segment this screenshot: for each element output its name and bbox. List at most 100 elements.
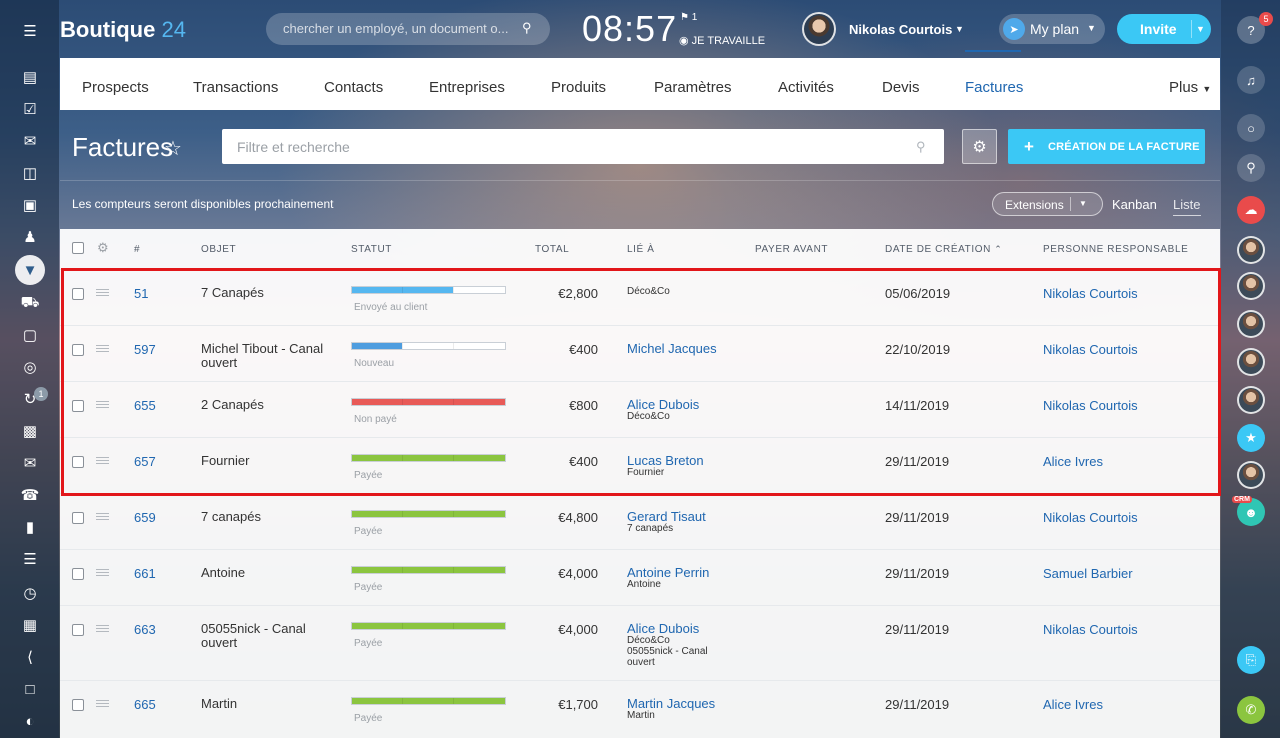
invoice-id-link[interactable]: 655 [134,398,156,413]
search-icon[interactable]: ⚲ [916,139,926,155]
moon-icon[interactable]: ◐ [14,708,46,734]
calendar-icon[interactable]: ▣ [14,192,46,218]
drag-handle-icon[interactable] [96,700,109,708]
table-row[interactable]: 657 Fournier Payée €400 Lucas Breton Fournier… [60,437,1220,493]
col-id[interactable]: # [134,244,140,255]
responsible-person-link[interactable]: Alice Ivres [1043,454,1103,469]
row-checkbox[interactable] [72,344,84,356]
table-row[interactable]: 661 Antoine Payée €4,000 Antoine Perrin Antoi… [60,549,1220,605]
settings-button[interactable]: ⚙ [962,129,997,164]
star-icon[interactable]: ☆ [164,136,182,161]
table-row[interactable]: 665 Martin Payée €1,700 Martin Jacques Martin… [60,680,1220,738]
invoice-id-link[interactable]: 659 [134,510,156,525]
responsible-person-link[interactable]: Alice Ivres [1043,697,1103,712]
colleague-avatar[interactable] [1237,236,1265,264]
app-logo[interactable]: Boutique 24 [60,17,186,43]
work-status[interactable]: ◉ JE TRAVAILLE [679,34,765,47]
status-progress-bar[interactable] [351,454,506,462]
colleague-avatar[interactable] [1237,386,1265,414]
drag-handle-icon[interactable] [96,401,109,409]
row-checkbox[interactable] [72,288,84,300]
linked-contact-link[interactable]: Antoine Perrin [627,566,709,579]
telephony-icon[interactable]: ☎ [14,482,46,508]
responsible-person-link[interactable]: Nikolas Courtois [1043,622,1138,637]
col-objet[interactable]: OBJET [201,244,236,255]
invoice-id-link[interactable]: 51 [134,286,148,301]
status-progress-bar[interactable] [351,398,506,406]
marketing-icon[interactable]: ◎ [14,354,46,380]
tab-entreprises[interactable]: Entreprises [429,79,505,96]
col-statut[interactable]: STATUT [351,244,392,255]
invoice-id-link[interactable]: 657 [134,454,156,469]
select-all-checkbox[interactable] [72,242,84,254]
knowledge-icon[interactable]: □ [14,676,46,702]
row-checkbox[interactable] [72,512,84,524]
colleague-avatar[interactable] [1237,310,1265,338]
cloud-icon[interactable]: ☁ [1237,196,1265,224]
user-name[interactable]: Nikolas Courtois [849,22,952,37]
developer-icon[interactable]: ⟨ [14,644,46,670]
flag-counter[interactable]: ⚑ 1 [680,12,697,23]
linked-contact-link[interactable]: Gerard Tisaut [627,510,706,523]
invoice-object[interactable]: 7 canapés [201,510,326,524]
tab-factures[interactable]: Factures [965,79,1023,96]
sites-icon[interactable]: ▢ [14,322,46,348]
tasks-icon[interactable]: ☑ [14,96,46,122]
invite-button[interactable]: Invite ▼ [1117,14,1211,44]
table-row[interactable]: 655 2 Canapés Non payé €800 Alice Dubois Déco… [60,381,1220,437]
row-checkbox[interactable] [72,456,84,468]
contact-center-icon[interactable]: ▩ [14,418,46,444]
drag-handle-icon[interactable] [96,345,109,353]
tab-prospects[interactable]: Prospects [82,79,149,96]
tab-produits[interactable]: Produits [551,79,606,96]
responsible-person-link[interactable]: Nikolas Courtois [1043,286,1138,301]
row-checkbox[interactable] [72,568,84,580]
gear-icon[interactable]: ⚙ [97,240,109,256]
tab-activites[interactable]: Activités [778,79,834,96]
chat-icon[interactable]: ✉ [14,128,46,154]
invoice-object[interactable]: Michel Tibout - Canal ouvert [201,342,326,370]
search-icon[interactable]: ⚲ [1237,154,1265,182]
invoice-object[interactable]: Antoine [201,566,326,580]
linked-contact-link[interactable]: Lucas Breton [627,454,704,467]
drag-handle-icon[interactable] [96,569,109,577]
mail-icon[interactable]: ✉ [14,450,46,476]
menu-icon[interactable]: ☰ [14,18,46,44]
status-progress-bar[interactable] [351,286,506,294]
create-invoice-button[interactable]: + CRÉATION DE LA FACTURE [1008,129,1205,164]
copy-icon[interactable]: ⎘ [1237,646,1265,674]
linked-contact-link[interactable]: Alice Dubois [627,622,717,635]
colleague-avatar[interactable] [1237,461,1265,489]
row-checkbox[interactable] [72,624,84,636]
employees-icon[interactable]: ♟ [14,224,46,250]
drag-handle-icon[interactable] [96,513,109,521]
row-checkbox[interactable] [72,400,84,412]
table-row[interactable]: 659 7 canapés Payée €4,800 Gerard Tisaut 7 ca… [60,493,1220,549]
col-date-creation[interactable]: DATE DE CRÉATION ⌃ [885,244,1002,255]
col-responsable[interactable]: PERSONNE RESPONSABLE [1043,244,1188,255]
global-search-input[interactable]: chercher un employé, un document o... [266,13,550,45]
invoice-id-link[interactable]: 665 [134,697,156,712]
col-total[interactable]: TOTAL [535,244,569,255]
feed-icon[interactable]: ▤ [14,64,46,90]
table-row[interactable]: 597 Michel Tibout - Canal ouvert Nouveau €4… [60,325,1220,381]
user-avatar[interactable] [802,12,836,46]
crm-icon[interactable]: ▼ [15,255,45,285]
drive-icon[interactable]: ◫ [14,160,46,186]
linked-contact-link[interactable]: Michel Jacques [627,342,717,355]
colleague-avatar[interactable] [1237,348,1265,376]
extensions-button[interactable]: Extensions ▼ [992,192,1103,216]
status-progress-bar[interactable] [351,566,506,574]
invoice-object[interactable]: 7 Canapés [201,286,326,300]
chevron-down-icon[interactable]: ▼ [1196,24,1205,34]
open-lines-icon[interactable]: ○ [1237,114,1265,142]
view-liste[interactable]: Liste [1173,197,1200,212]
time-icon[interactable]: ◷ [14,580,46,606]
invoice-object[interactable]: Martin [201,697,326,711]
drag-handle-icon[interactable] [96,625,109,633]
tab-plus[interactable]: Plus ▼ [1169,79,1211,96]
tab-devis[interactable]: Devis [882,79,920,96]
notifications-icon[interactable]: ♫ [1237,66,1265,94]
megaphone-icon[interactable]: ★ [1237,424,1265,452]
linked-contact-link[interactable]: Martin Jacques [627,697,715,710]
